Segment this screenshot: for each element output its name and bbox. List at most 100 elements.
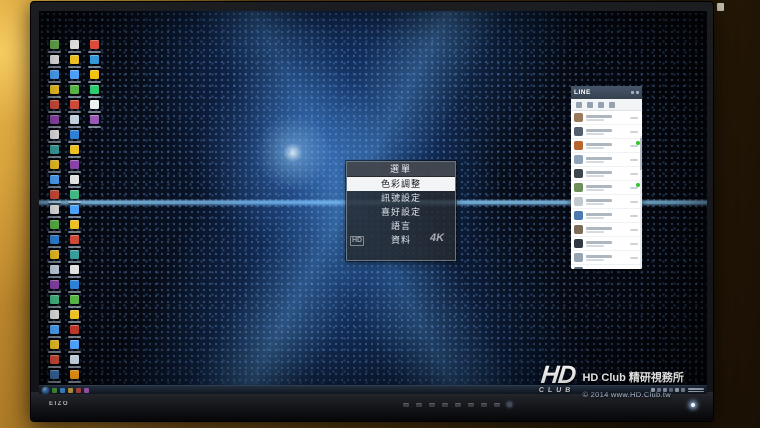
desktop-icon[interactable] bbox=[44, 189, 64, 204]
desktop-icon-label bbox=[48, 171, 61, 173]
desktop-icon[interactable] bbox=[64, 69, 84, 84]
osd-menu-item[interactable]: 喜好設定 bbox=[347, 205, 455, 219]
desktop-icon[interactable] bbox=[84, 114, 104, 129]
desktop-icon[interactable] bbox=[44, 279, 64, 294]
monitor-button[interactable] bbox=[494, 403, 500, 407]
line-chat-item[interactable] bbox=[571, 125, 642, 139]
desktop-icon[interactable] bbox=[64, 309, 84, 324]
desktop-icon[interactable] bbox=[64, 144, 84, 159]
desktop-icon-label bbox=[48, 366, 61, 368]
desktop-icon[interactable] bbox=[64, 249, 84, 264]
desktop-icon[interactable] bbox=[44, 234, 64, 249]
desktop-icon[interactable] bbox=[64, 54, 84, 69]
desktop-icon[interactable] bbox=[84, 84, 104, 99]
line-chat-item[interactable] bbox=[571, 265, 642, 269]
close-icon[interactable] bbox=[636, 91, 639, 94]
monitor-button[interactable] bbox=[468, 403, 474, 407]
monitor-button[interactable] bbox=[481, 403, 487, 407]
desktop-icon[interactable] bbox=[64, 279, 84, 294]
line-chat-item[interactable] bbox=[571, 181, 642, 195]
add-friend-icon[interactable] bbox=[598, 102, 604, 108]
desktop-icon[interactable] bbox=[64, 324, 84, 339]
desktop-icon-label bbox=[68, 141, 81, 143]
line-chat-item[interactable] bbox=[571, 251, 642, 265]
friends-icon[interactable] bbox=[576, 102, 582, 108]
chats-icon[interactable] bbox=[587, 102, 593, 108]
desktop-icon[interactable] bbox=[64, 339, 84, 354]
monitor-button[interactable] bbox=[455, 403, 461, 407]
line-chat-item[interactable] bbox=[571, 139, 642, 153]
quick-launch-icon[interactable] bbox=[52, 388, 57, 393]
monitor-button[interactable] bbox=[442, 403, 448, 407]
desktop-icon[interactable] bbox=[84, 39, 104, 54]
osd-menu-item[interactable]: 語言 bbox=[347, 219, 455, 233]
line-app-window: LINE bbox=[571, 86, 642, 269]
desktop-icon[interactable] bbox=[44, 54, 64, 69]
desktop-icon[interactable] bbox=[64, 84, 84, 99]
desktop-icon-label bbox=[48, 381, 61, 383]
desktop-icon[interactable] bbox=[44, 39, 64, 54]
line-chat-item[interactable] bbox=[571, 153, 642, 167]
desktop-icon[interactable] bbox=[44, 369, 64, 384]
desktop-icon[interactable] bbox=[44, 174, 64, 189]
quick-launch-icon[interactable] bbox=[60, 388, 65, 393]
desktop-icon[interactable] bbox=[64, 114, 84, 129]
desktop-icon[interactable] bbox=[84, 69, 104, 84]
desktop-icon[interactable] bbox=[64, 234, 84, 249]
quick-launch-icon[interactable] bbox=[68, 388, 73, 393]
line-chat-item[interactable] bbox=[571, 223, 642, 237]
desktop-icon[interactable] bbox=[44, 129, 64, 144]
desktop-icon[interactable] bbox=[44, 354, 64, 369]
desktop-icon[interactable] bbox=[84, 99, 104, 114]
desktop-icon[interactable] bbox=[44, 324, 64, 339]
osd-menu-item[interactable]: 色彩調整 bbox=[347, 177, 455, 191]
chat-text-placeholder bbox=[586, 227, 612, 233]
taskbar-clock[interactable] bbox=[688, 387, 704, 394]
settings-icon[interactable] bbox=[609, 102, 615, 108]
desktop-icon[interactable] bbox=[64, 294, 84, 309]
desktop-icon[interactable] bbox=[64, 369, 84, 384]
desktop-icon[interactable] bbox=[64, 264, 84, 279]
desktop-icon[interactable] bbox=[64, 99, 84, 114]
desktop-icon[interactable] bbox=[44, 69, 64, 84]
osd-menu-item[interactable]: 訊號設定 bbox=[347, 191, 455, 205]
minimize-icon[interactable] bbox=[631, 91, 634, 94]
desktop-icon[interactable] bbox=[84, 54, 104, 69]
desktop-icon[interactable] bbox=[64, 219, 84, 234]
desktop-icon[interactable] bbox=[64, 204, 84, 219]
desktop-icon[interactable] bbox=[44, 249, 64, 264]
desktop-icon[interactable] bbox=[64, 354, 84, 369]
monitor-button[interactable] bbox=[416, 403, 422, 407]
scrollbar-thumb[interactable] bbox=[640, 138, 642, 170]
desktop-icon[interactable] bbox=[44, 114, 64, 129]
quick-launch-icon[interactable] bbox=[84, 388, 89, 393]
desktop-icon[interactable] bbox=[64, 174, 84, 189]
desktop-icon[interactable] bbox=[44, 99, 64, 114]
monitor-button[interactable] bbox=[429, 403, 435, 407]
desktop-icon[interactable] bbox=[44, 294, 64, 309]
line-chat-item[interactable] bbox=[571, 111, 642, 125]
desktop-icon[interactable] bbox=[44, 339, 64, 354]
line-chat-item[interactable] bbox=[571, 237, 642, 251]
desktop-icon[interactable] bbox=[44, 204, 64, 219]
desktop-icon[interactable] bbox=[44, 84, 64, 99]
desktop-icon[interactable] bbox=[64, 159, 84, 174]
line-chat-item[interactable] bbox=[571, 209, 642, 223]
start-button[interactable] bbox=[42, 387, 49, 394]
power-button[interactable] bbox=[507, 402, 512, 407]
line-chat-item[interactable] bbox=[571, 195, 642, 209]
line-chat-item[interactable] bbox=[571, 167, 642, 181]
desktop-icon[interactable] bbox=[64, 189, 84, 204]
quick-launch-icon[interactable] bbox=[76, 388, 81, 393]
desktop-icon-image bbox=[50, 325, 59, 334]
monitor-button[interactable] bbox=[403, 403, 409, 407]
desktop-icon[interactable] bbox=[44, 144, 64, 159]
desktop-icon[interactable] bbox=[44, 159, 64, 174]
desktop-icon[interactable] bbox=[44, 309, 64, 324]
desktop-icon[interactable] bbox=[44, 264, 64, 279]
desktop-icon[interactable] bbox=[64, 129, 84, 144]
desktop-icon[interactable] bbox=[44, 219, 64, 234]
line-scrollbar[interactable] bbox=[640, 136, 642, 269]
desktop-icon[interactable] bbox=[64, 39, 84, 54]
hdclub-logo-club: CLUB bbox=[538, 387, 574, 394]
